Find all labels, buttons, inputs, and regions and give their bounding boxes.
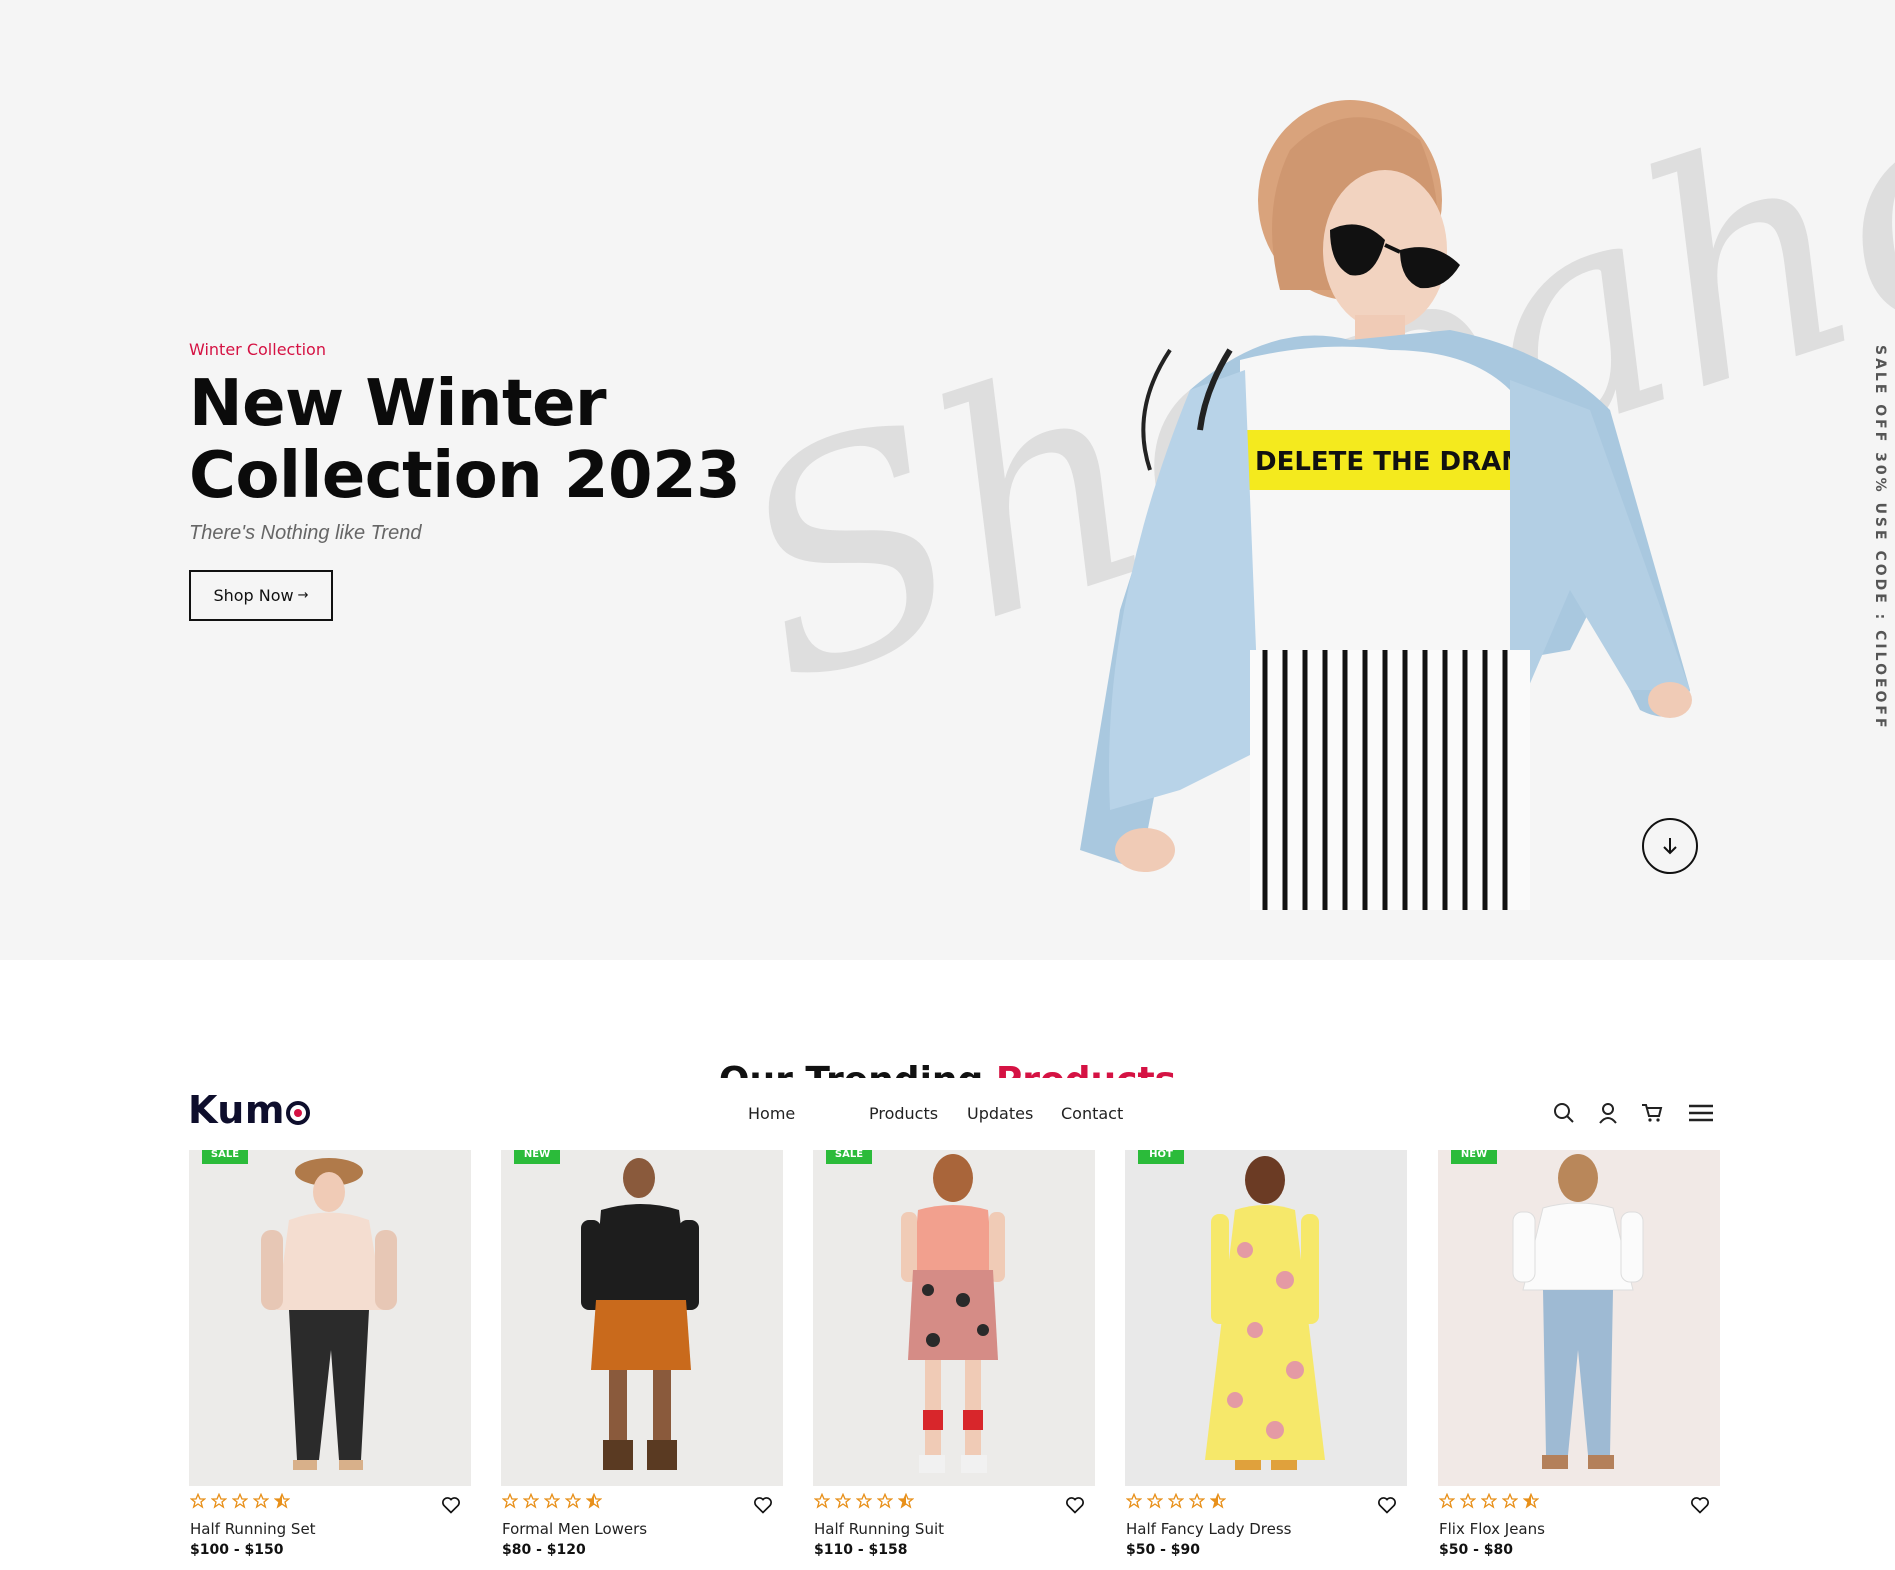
product-price: $50 - $80 — [1439, 1542, 1514, 1558]
star-icon — [523, 1493, 539, 1509]
shop-now-label: Shop Now — [213, 586, 294, 605]
hero-banner: Shopaholic Winter Collection New Winter … — [0, 0, 1895, 960]
half-star-icon — [586, 1493, 602, 1509]
arrow-right-icon: → — [297, 588, 309, 603]
product-name[interactable]: Formal Men Lowers — [502, 1520, 647, 1538]
site-header: Kum Home Products Updates Contact — [0, 1078, 1895, 1150]
product-badge: SALE — [202, 1150, 248, 1164]
product-price: $50 - $90 — [1126, 1542, 1201, 1558]
product-card[interactable]: NEW Formal Men Lowers $80 - $120 — [501, 1150, 783, 1558]
product-image[interactable]: HOT — [1125, 1150, 1407, 1486]
shirt-print: DELETE THE DRAMA — [1255, 447, 1547, 477]
product-badge: NEW — [1451, 1150, 1497, 1164]
star-icon — [253, 1493, 269, 1509]
product-card[interactable]: HOT Half Fancy Lady Dress $50 - $90 — [1125, 1150, 1407, 1558]
arrow-down-icon — [1663, 838, 1677, 855]
heart-icon[interactable] — [1377, 1495, 1397, 1515]
logo-text: Kum — [188, 1088, 285, 1132]
product-image[interactable]: NEW — [501, 1150, 783, 1486]
heart-icon[interactable] — [441, 1495, 461, 1515]
product-image[interactable]: NEW — [1438, 1150, 1720, 1486]
star-icon — [1502, 1493, 1518, 1509]
product-card[interactable]: SALE Half Running Suit $110 - $158 — [813, 1150, 1095, 1558]
product-name[interactable]: Half Fancy Lady Dress — [1126, 1520, 1292, 1538]
star-icon — [190, 1493, 206, 1509]
product-badge: SALE — [826, 1150, 872, 1164]
menu-icon — [1689, 1104, 1713, 1122]
menu-button[interactable] — [1688, 1100, 1714, 1126]
star-icon — [565, 1493, 581, 1509]
heart-icon[interactable] — [1065, 1495, 1085, 1515]
shop-now-button[interactable]: Shop Now → — [189, 570, 333, 621]
product-photo — [581, 1158, 699, 1470]
star-icon — [1481, 1493, 1497, 1509]
section-heading-main: Our Trending — [719, 1060, 996, 1078]
heart-icon[interactable] — [753, 1495, 773, 1515]
product-photo — [1205, 1156, 1325, 1470]
product-name[interactable]: Flix Flox Jeans — [1439, 1520, 1545, 1538]
product-photo — [261, 1158, 397, 1470]
product-rating — [502, 1493, 602, 1509]
product-name[interactable]: Half Running Set — [190, 1520, 316, 1538]
hero-tagline: There's Nothing like Trend — [189, 522, 422, 544]
account-button[interactable] — [1595, 1100, 1621, 1126]
hero-model-image: DELETE THE DRAMA — [1080, 100, 1692, 910]
star-icon — [232, 1493, 248, 1509]
search-icon — [1554, 1103, 1574, 1123]
scroll-down-button[interactable] — [1642, 818, 1698, 874]
hero-title: New Winter Collection 2023 — [189, 367, 741, 513]
product-badge: NEW — [514, 1150, 560, 1164]
product-card[interactable]: NEW Flix Flox Jeans $50 - $80 — [1438, 1150, 1720, 1558]
product-price: $100 - $150 — [190, 1542, 284, 1558]
star-icon — [211, 1493, 227, 1509]
product-name[interactable]: Half Running Suit — [814, 1520, 944, 1538]
section-heading: Our Trending Products — [0, 1060, 1895, 1078]
star-icon — [544, 1493, 560, 1509]
half-star-icon — [274, 1493, 290, 1509]
cart-icon — [1642, 1104, 1663, 1122]
nav-home[interactable]: Home — [748, 1104, 795, 1123]
product-image[interactable]: SALE — [189, 1150, 471, 1486]
nav-products[interactable]: Products — [869, 1104, 938, 1123]
product-rating — [1439, 1493, 1539, 1509]
logo[interactable]: Kum — [188, 1088, 310, 1132]
half-star-icon — [1210, 1493, 1226, 1509]
half-star-icon — [1523, 1493, 1539, 1509]
product-price: $110 - $158 — [814, 1542, 908, 1558]
product-rating — [1126, 1493, 1226, 1509]
star-icon — [835, 1493, 851, 1509]
section-heading-clip: Our Trending Products — [0, 1060, 1895, 1078]
product-badge: HOT — [1138, 1150, 1184, 1164]
logo-o-dot — [285, 1101, 310, 1125]
star-icon — [1147, 1493, 1163, 1509]
star-icon — [856, 1493, 872, 1509]
product-price: $80 - $120 — [502, 1542, 586, 1558]
cart-button[interactable] — [1639, 1100, 1665, 1126]
product-image[interactable]: SALE — [813, 1150, 1095, 1486]
product-rating — [814, 1493, 914, 1509]
nav-updates[interactable]: Updates — [967, 1104, 1033, 1123]
hero-subtitle: Winter Collection — [189, 340, 326, 359]
star-icon — [1189, 1493, 1205, 1509]
product-photo — [901, 1154, 1005, 1473]
promo-vertical-text: SALE OFF 30% USE CODE : CILOEOFF — [1872, 345, 1888, 731]
heart-icon[interactable] — [1690, 1495, 1710, 1515]
star-icon — [1439, 1493, 1455, 1509]
star-icon — [1460, 1493, 1476, 1509]
product-photo — [1512, 1154, 1644, 1469]
user-icon — [1599, 1103, 1617, 1124]
nav-contact[interactable]: Contact — [1061, 1104, 1123, 1123]
product-rating — [190, 1493, 290, 1509]
star-icon — [502, 1493, 518, 1509]
star-icon — [1126, 1493, 1142, 1509]
search-button[interactable] — [1551, 1100, 1577, 1126]
star-icon — [877, 1493, 893, 1509]
product-card[interactable]: SALE Half Running Set $100 - $150 — [189, 1150, 471, 1558]
star-icon — [814, 1493, 830, 1509]
star-icon — [1168, 1493, 1184, 1509]
section-heading-accent: Products — [996, 1060, 1176, 1078]
half-star-icon — [898, 1493, 914, 1509]
